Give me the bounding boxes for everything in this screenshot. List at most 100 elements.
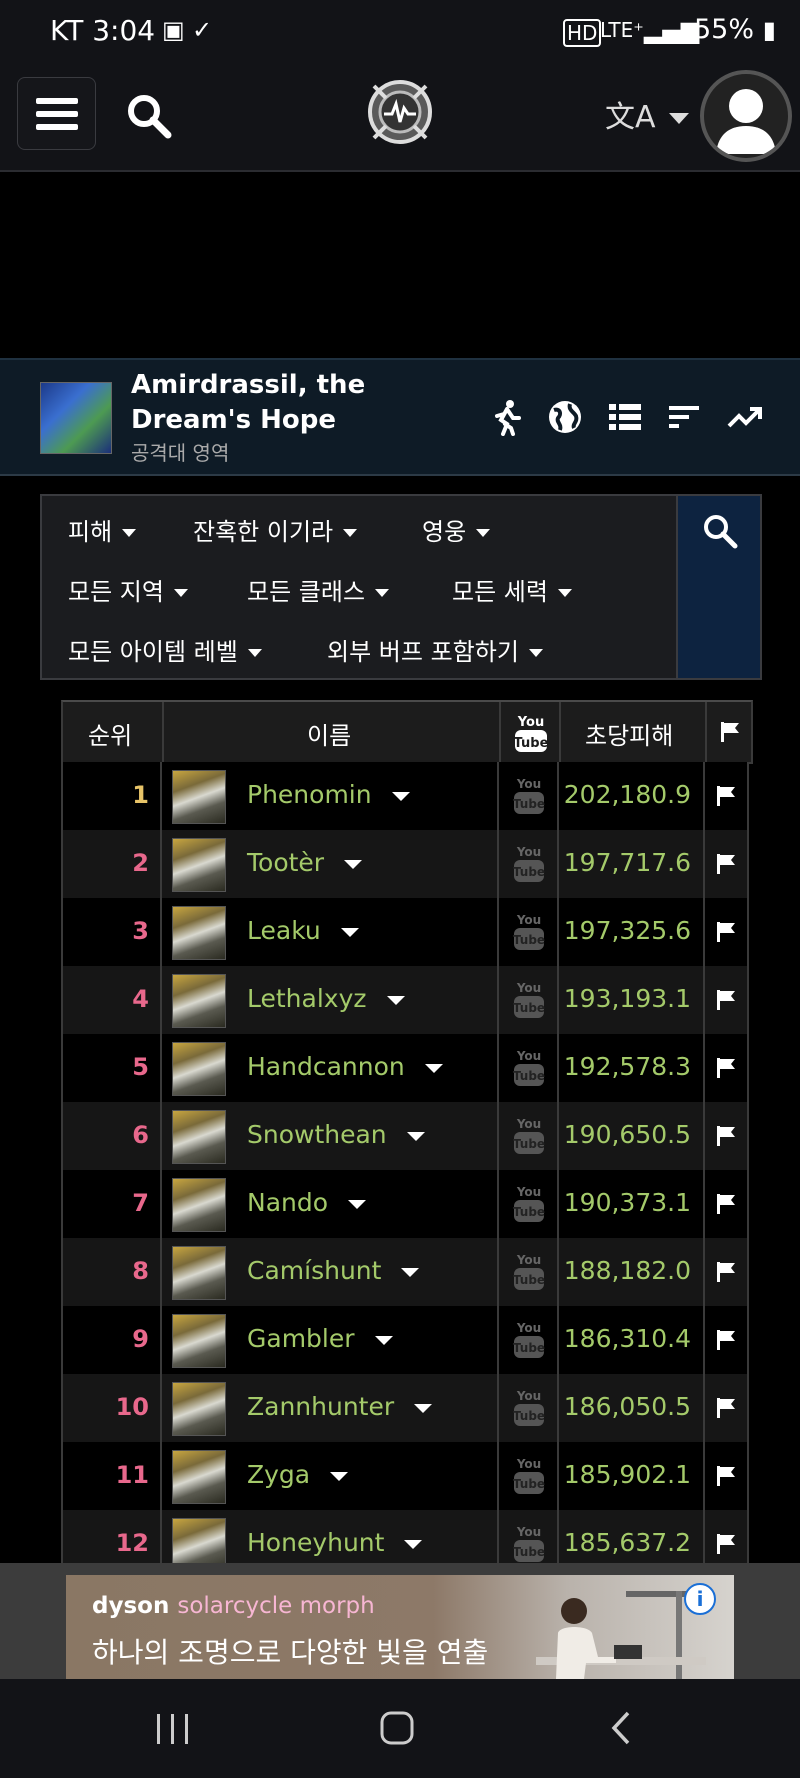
youtube-icon[interactable]: You Tube — [512, 1112, 546, 1158]
chevron-down-icon[interactable] — [391, 791, 410, 801]
player-name[interactable]: Lethalxyz — [247, 984, 405, 1013]
svg-text:Tube: Tube — [513, 1273, 545, 1287]
flag-icon[interactable] — [715, 920, 737, 944]
buffs-dropdown[interactable]: 외부 버프 포함하기 — [327, 632, 543, 667]
youtube-icon[interactable]: You Tube — [512, 976, 546, 1022]
divider — [703, 1170, 705, 1238]
player-name[interactable]: Leaku — [247, 916, 359, 945]
chevron-down-icon[interactable] — [404, 1539, 423, 1549]
table-row[interactable]: 6 Snowthean You Tube 190,650.5 — [61, 1102, 749, 1172]
recent-apps-icon[interactable] — [154, 1711, 192, 1747]
player-name[interactable]: Gambler — [247, 1324, 393, 1353]
youtube-icon[interactable]: You Tube — [512, 840, 546, 886]
trending-icon[interactable] — [726, 398, 764, 436]
class-dropdown[interactable]: 모든 클래스 — [247, 572, 390, 607]
player-name[interactable]: Zyga — [247, 1460, 349, 1489]
ad-info-icon[interactable]: i — [684, 1583, 716, 1615]
player-name[interactable]: Camíshunt — [247, 1256, 420, 1285]
player-name[interactable]: Phenomin — [247, 780, 410, 809]
site-logo[interactable] — [364, 76, 436, 148]
table-row[interactable]: 4 Lethalxyz You Tube 193,193.1 — [61, 966, 749, 1036]
player-name-text: Snowthean — [247, 1120, 387, 1149]
language-selector[interactable]: 文A — [605, 92, 690, 136]
chevron-down-icon[interactable] — [348, 1199, 367, 1209]
flag-icon[interactable] — [715, 1124, 737, 1148]
player-name[interactable]: Handcannon — [247, 1052, 443, 1081]
youtube-icon[interactable]: You Tube — [512, 1248, 546, 1294]
ad-banner[interactable]: dyson solarcycle morph 하나의 조명으로 다양한 빛을 연… — [66, 1575, 734, 1679]
divider — [705, 702, 707, 762]
rank-number: 6 — [132, 1121, 149, 1149]
chevron-down-icon[interactable] — [386, 995, 405, 1005]
chevron-down-icon[interactable] — [374, 1335, 393, 1345]
search-icon — [704, 515, 738, 549]
divider — [160, 898, 162, 966]
flag-icon[interactable] — [715, 1464, 737, 1488]
user-avatar[interactable] — [700, 70, 792, 162]
running-icon[interactable] — [487, 398, 525, 436]
chevron-down-icon[interactable] — [340, 927, 359, 937]
chevron-down-icon[interactable] — [424, 1063, 443, 1073]
svg-text:You: You — [516, 981, 541, 995]
chevron-down-icon[interactable] — [414, 1403, 433, 1413]
player-name[interactable]: Snowthean — [247, 1120, 425, 1149]
flag-icon[interactable] — [715, 1260, 737, 1284]
table-row[interactable]: 3 Leaku You Tube 197,325.6 — [61, 898, 749, 968]
flag-icon[interactable] — [715, 1532, 737, 1556]
player-name[interactable]: Zannhunter — [247, 1392, 433, 1421]
divider — [160, 762, 162, 830]
home-icon[interactable] — [378, 1709, 416, 1747]
youtube-icon[interactable]: You Tube — [512, 908, 546, 954]
boss-dropdown[interactable]: 잔혹한 이기라 — [193, 512, 358, 547]
youtube-icon[interactable]: You Tube — [512, 1316, 546, 1362]
flag-icon[interactable] — [715, 988, 737, 1012]
faction-dropdown[interactable]: 모든 세력 — [452, 572, 572, 607]
table-row[interactable]: 10 Zannhunter You Tube 186,050.5 — [61, 1374, 749, 1444]
youtube-icon[interactable]: You Tube — [512, 1180, 546, 1226]
region-dropdown[interactable]: 모든 지역 — [68, 572, 188, 607]
player-name[interactable]: Nando — [247, 1188, 367, 1217]
flag-icon[interactable] — [715, 784, 737, 808]
chevron-down-icon[interactable] — [344, 859, 363, 869]
filter-search-button[interactable] — [676, 496, 760, 678]
svg-text:You: You — [516, 1117, 541, 1131]
chevron-down-icon[interactable] — [330, 1471, 349, 1481]
flag-icon[interactable] — [715, 1396, 737, 1420]
flag-icon[interactable] — [715, 852, 737, 876]
ilvl-dropdown[interactable]: 모든 아이템 레벨 — [68, 632, 262, 667]
list-icon[interactable] — [606, 398, 644, 436]
svg-text:You: You — [516, 1457, 541, 1471]
table-row[interactable]: 2 Tootèr You Tube 197,717.6 — [61, 830, 749, 900]
globe-icon[interactable] — [546, 398, 584, 436]
youtube-icon[interactable]: You Tube — [512, 1044, 546, 1090]
table-row[interactable]: 11 Zyga You Tube 185,902.1 — [61, 1442, 749, 1512]
sort-icon[interactable] — [666, 398, 704, 436]
chevron-down-icon[interactable] — [401, 1267, 420, 1277]
player-name[interactable]: Tootèr — [247, 848, 363, 877]
search-icon[interactable] — [125, 92, 173, 140]
player-name[interactable]: Honeyhunt — [247, 1528, 423, 1557]
zone-image — [40, 382, 112, 454]
table-row[interactable]: 1 Phenomin You Tube 202,180.9 — [61, 762, 749, 832]
ad-banner-area: dyson solarcycle morph 하나의 조명으로 다양한 빛을 연… — [0, 1563, 800, 1679]
difficulty-dropdown[interactable]: 영웅 — [422, 512, 491, 547]
divider — [747, 1034, 749, 1102]
flag-icon[interactable] — [715, 1056, 737, 1080]
table-row[interactable]: 8 Camíshunt You Tube 188,182.0 — [61, 1238, 749, 1308]
youtube-icon[interactable]: You Tube — [512, 772, 546, 818]
youtube-icon[interactable]: You Tube — [512, 1452, 546, 1498]
class-icon — [172, 1042, 226, 1096]
table-row[interactable]: 9 Gambler You Tube 186,310.4 — [61, 1306, 749, 1376]
chevron-down-icon[interactable] — [406, 1131, 425, 1141]
metric-dropdown[interactable]: 피해 — [68, 512, 137, 547]
divider — [499, 702, 501, 762]
youtube-icon[interactable]: You Tube — [512, 1384, 546, 1430]
table-row[interactable]: 7 Nando You Tube 190,373.1 — [61, 1170, 749, 1240]
divider — [61, 1238, 63, 1306]
youtube-icon[interactable]: You Tube — [512, 1520, 546, 1566]
flag-icon[interactable] — [715, 1192, 737, 1216]
flag-icon[interactable] — [715, 1328, 737, 1352]
menu-button[interactable] — [17, 77, 96, 150]
table-row[interactable]: 5 Handcannon You Tube 192,578.3 — [61, 1034, 749, 1104]
back-icon[interactable] — [606, 1709, 636, 1747]
